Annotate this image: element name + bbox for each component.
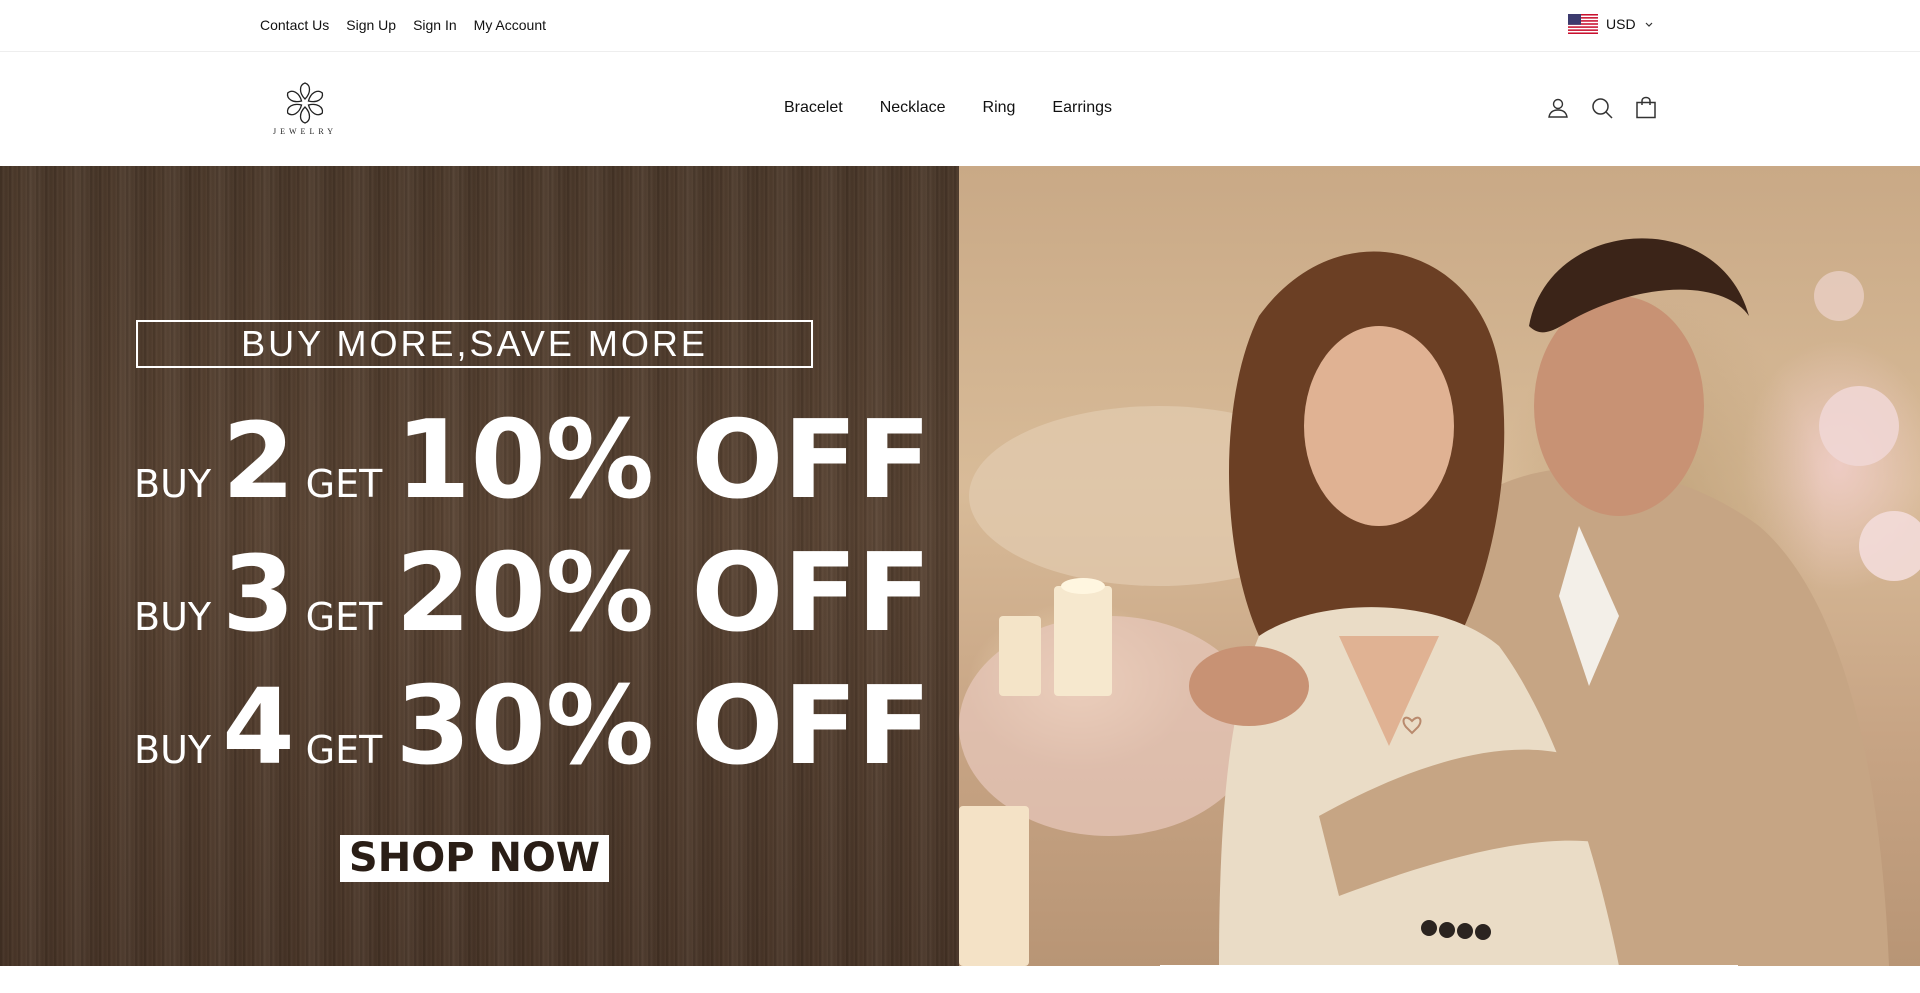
offer-qty: 2 [222, 400, 295, 522]
sign-in-link[interactable]: Sign In [413, 17, 457, 33]
offer-row: BUY 2 GET 10% OFF [134, 398, 931, 523]
logo-mark-icon [286, 82, 324, 124]
hero-photo [959, 166, 1920, 966]
contact-us-link[interactable]: Contact Us [260, 17, 329, 33]
hero-promo-panel: BUY MORE,SAVE MORE BUY 2 GET 10% OFF BUY… [0, 166, 959, 966]
offer-row: BUY 3 GET 20% OFF [134, 531, 931, 656]
offer-discount: 10% OFF [395, 398, 931, 523]
search-icon[interactable] [1590, 96, 1614, 120]
cart-icon[interactable] [1634, 96, 1658, 120]
account-links: Contact Us Sign Up Sign In My Account [260, 17, 546, 33]
offer-buy: BUY [134, 462, 212, 506]
chevron-down-icon [1645, 22, 1652, 27]
offer-get: GET [305, 595, 383, 639]
offer-row: BUY 4 GET 30% OFF [134, 664, 931, 789]
header-icons [1546, 96, 1658, 120]
nav-item-bracelet[interactable]: Bracelet [784, 99, 843, 117]
currency-selector[interactable]: USD [1568, 14, 1654, 34]
offer-buy: BUY [134, 728, 212, 772]
logo-text: JEWELRY [273, 127, 337, 136]
couple-photo-illustration [959, 238, 1920, 966]
shop-now-button[interactable]: SHOP NOW [340, 835, 609, 882]
site-header: JEWELRY Bracelet Necklace Ring Earrings [0, 53, 1920, 166]
main-nav: Bracelet Necklace Ring Earrings [784, 99, 1112, 117]
user-icon[interactable] [1546, 96, 1570, 120]
currency-label: USD [1606, 16, 1636, 32]
promo-title: BUY MORE,SAVE MORE [136, 320, 813, 368]
hero-banner[interactable]: BUY MORE,SAVE MORE BUY 2 GET 10% OFF BUY… [0, 166, 1920, 966]
offer-discount: 20% OFF [395, 531, 931, 656]
top-utility-bar: Contact Us Sign Up Sign In My Account US… [0, 0, 1920, 52]
nav-item-ring[interactable]: Ring [983, 99, 1016, 117]
my-account-link[interactable]: My Account [474, 17, 546, 33]
offer-qty: 3 [222, 533, 295, 655]
offer-qty: 4 [222, 666, 295, 788]
offer-buy: BUY [134, 595, 212, 639]
hero-scrollbar[interactable] [1160, 965, 1738, 966]
offer-discount: 30% OFF [395, 664, 931, 789]
sign-up-link[interactable]: Sign Up [346, 17, 396, 33]
nav-item-earrings[interactable]: Earrings [1052, 99, 1112, 117]
offer-get: GET [305, 462, 383, 506]
nav-item-necklace[interactable]: Necklace [880, 99, 946, 117]
offer-get: GET [305, 728, 383, 772]
us-flag-icon [1568, 14, 1598, 34]
